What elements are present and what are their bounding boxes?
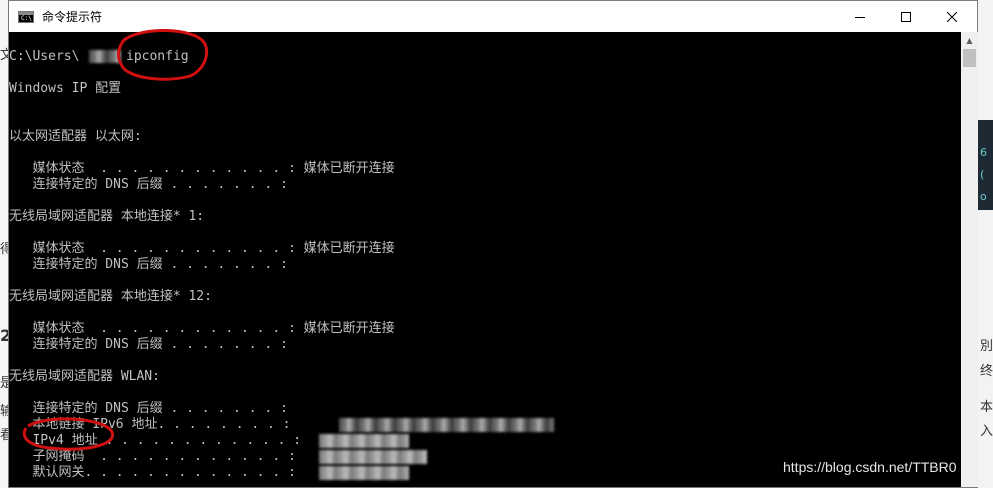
vertical-scrollbar[interactable]: ▲ (961, 32, 978, 487)
window-title: 命令提示符 (42, 10, 103, 24)
console-line: 媒体状态 . . . . . . . . . . . . : 媒体已断开连接 (9, 161, 395, 176)
maximize-icon (901, 11, 911, 22)
console-line: 媒体状态 . . . . . . . . . . . . : 媒体已断开连接 (9, 241, 395, 256)
console-line: 连接特定的 DNS 后缀 . . . . . . . : (9, 337, 288, 352)
console-line: 本地链接 IPv6 地址. . . . . . . . : (9, 417, 291, 432)
background-page-left: 文 得 2 是 输 看 (0, 0, 13, 488)
redacted-subnet (319, 450, 427, 464)
title-bar[interactable]: C:\ 命令提示符 (9, 1, 977, 32)
minimize-button[interactable] (837, 1, 883, 32)
console-line: C:\Users\ (9, 49, 80, 64)
redacted-ipv4 (319, 434, 409, 448)
console-line: 无线局域网适配器 WLAN: (9, 369, 160, 384)
console-line: 以太网适配器 以太网: (9, 129, 142, 144)
redacted-gateway (319, 466, 409, 480)
redacted-username (89, 50, 121, 63)
console-line: 连接特定的 DNS 后缀 . . . . . . . : (9, 401, 288, 416)
command-prompt-window: C:\ 命令提示符 C:\Users\ ipconfig Windows IP … (8, 0, 978, 488)
redacted-ipv6 (339, 418, 554, 432)
console-icon: C:\ (18, 10, 34, 23)
console-line: 无线局域网适配器 本地连接* 1: (9, 209, 205, 224)
close-icon (947, 11, 957, 22)
console-line: IPv4 地址 . . . . . . . . . . . . : (9, 433, 302, 448)
close-button[interactable] (929, 1, 975, 32)
console-line: 媒体状态 . . . . . . . . . . . . : 媒体已断开连接 (9, 321, 395, 336)
console-line: 无线局域网适配器 本地连接* 12: (9, 289, 212, 304)
minimize-icon (855, 16, 865, 18)
watermark: https://blog.csdn.net/TTBR0 (783, 459, 957, 475)
background-page-right: 6 ( o 別 终 本 入 (978, 0, 993, 488)
console-command: ipconfig (126, 49, 189, 64)
console-line: 子网掩码 . . . . . . . . . . . . : (9, 449, 296, 464)
background-code-block: 6 ( o (978, 120, 993, 210)
console-line: 连接特定的 DNS 后缀 . . . . . . . : (9, 177, 288, 192)
console-line: 默认网关. . . . . . . . . . . . . : (9, 465, 296, 480)
console-line: Windows IP 配置 (9, 81, 122, 96)
console-output[interactable]: C:\Users\ ipconfig Windows IP 配置 以太网适配器 … (9, 32, 961, 487)
scroll-up-arrow-icon[interactable]: ▲ (961, 32, 978, 49)
maximize-button[interactable] (883, 1, 929, 32)
console-line: 连接特定的 DNS 后缀 . . . . . . . : (9, 257, 288, 272)
scroll-thumb[interactable] (963, 49, 976, 67)
